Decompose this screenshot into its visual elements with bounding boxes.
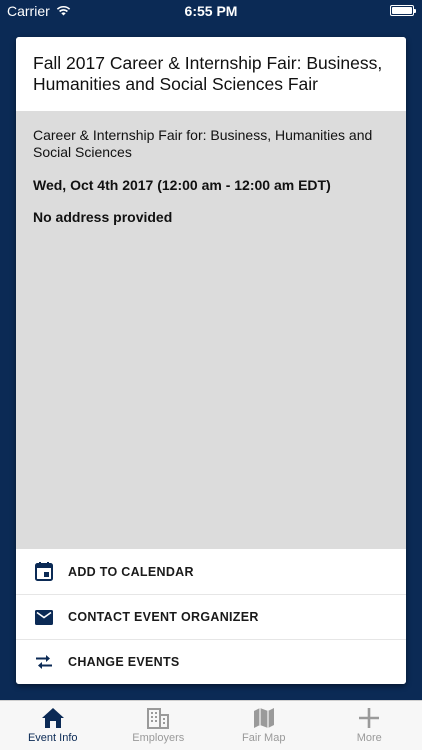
map-icon — [252, 707, 276, 732]
change-events-button[interactable]: CHANGE EVENTS — [16, 639, 406, 684]
swap-arrows-icon — [16, 654, 68, 670]
tab-bar: Event Info Employers Fair Map More — [0, 700, 422, 750]
event-actions: ADD TO CALENDAR CONTACT EVENT ORGANIZER — [16, 549, 406, 684]
add-to-calendar-button[interactable]: ADD TO CALENDAR — [16, 549, 406, 594]
calendar-icon — [16, 562, 68, 581]
tab-fair-map-label: Fair Map — [242, 732, 286, 744]
event-subtitle: Career & Internship Fair for: Business, … — [33, 127, 373, 160]
event-header: Fall 2017 Career & Internship Fair: Busi… — [16, 37, 406, 111]
event-address: No address provided — [33, 209, 173, 225]
tab-fair-map[interactable]: Fair Map — [211, 701, 317, 750]
event-title: Fall 2017 Career & Internship Fair: Busi… — [33, 53, 383, 94]
tab-event-info-label: Event Info — [27, 732, 78, 744]
event-date: Wed, Oct 4th 2017 (12:00 am - 12:00 am E… — [33, 177, 331, 193]
home-icon — [41, 707, 65, 732]
status-time: 6:55 PM — [184, 3, 238, 19]
contact-event-organizer-label: CONTACT EVENT ORGANIZER — [68, 610, 259, 624]
tab-event-info[interactable]: Event Info — [0, 701, 106, 750]
event-details: Career & Internship Fair for: Business, … — [16, 111, 406, 226]
battery-icon — [390, 5, 416, 16]
contact-event-organizer-button[interactable]: CONTACT EVENT ORGANIZER — [16, 594, 406, 639]
status-bar: Carrier 6:55 PM — [0, 0, 422, 22]
tab-more-label: More — [356, 732, 382, 744]
event-card: Fall 2017 Career & Internship Fair: Busi… — [16, 37, 406, 684]
tab-employers-label: Employers — [132, 732, 185, 744]
add-to-calendar-label: ADD TO CALENDAR — [68, 564, 194, 579]
plus-icon — [357, 707, 381, 732]
tab-employers[interactable]: Employers — [106, 701, 212, 750]
change-events-label: CHANGE EVENTS — [68, 655, 180, 669]
envelope-icon — [16, 609, 68, 625]
tab-more[interactable]: More — [317, 701, 422, 750]
building-icon — [146, 707, 170, 732]
